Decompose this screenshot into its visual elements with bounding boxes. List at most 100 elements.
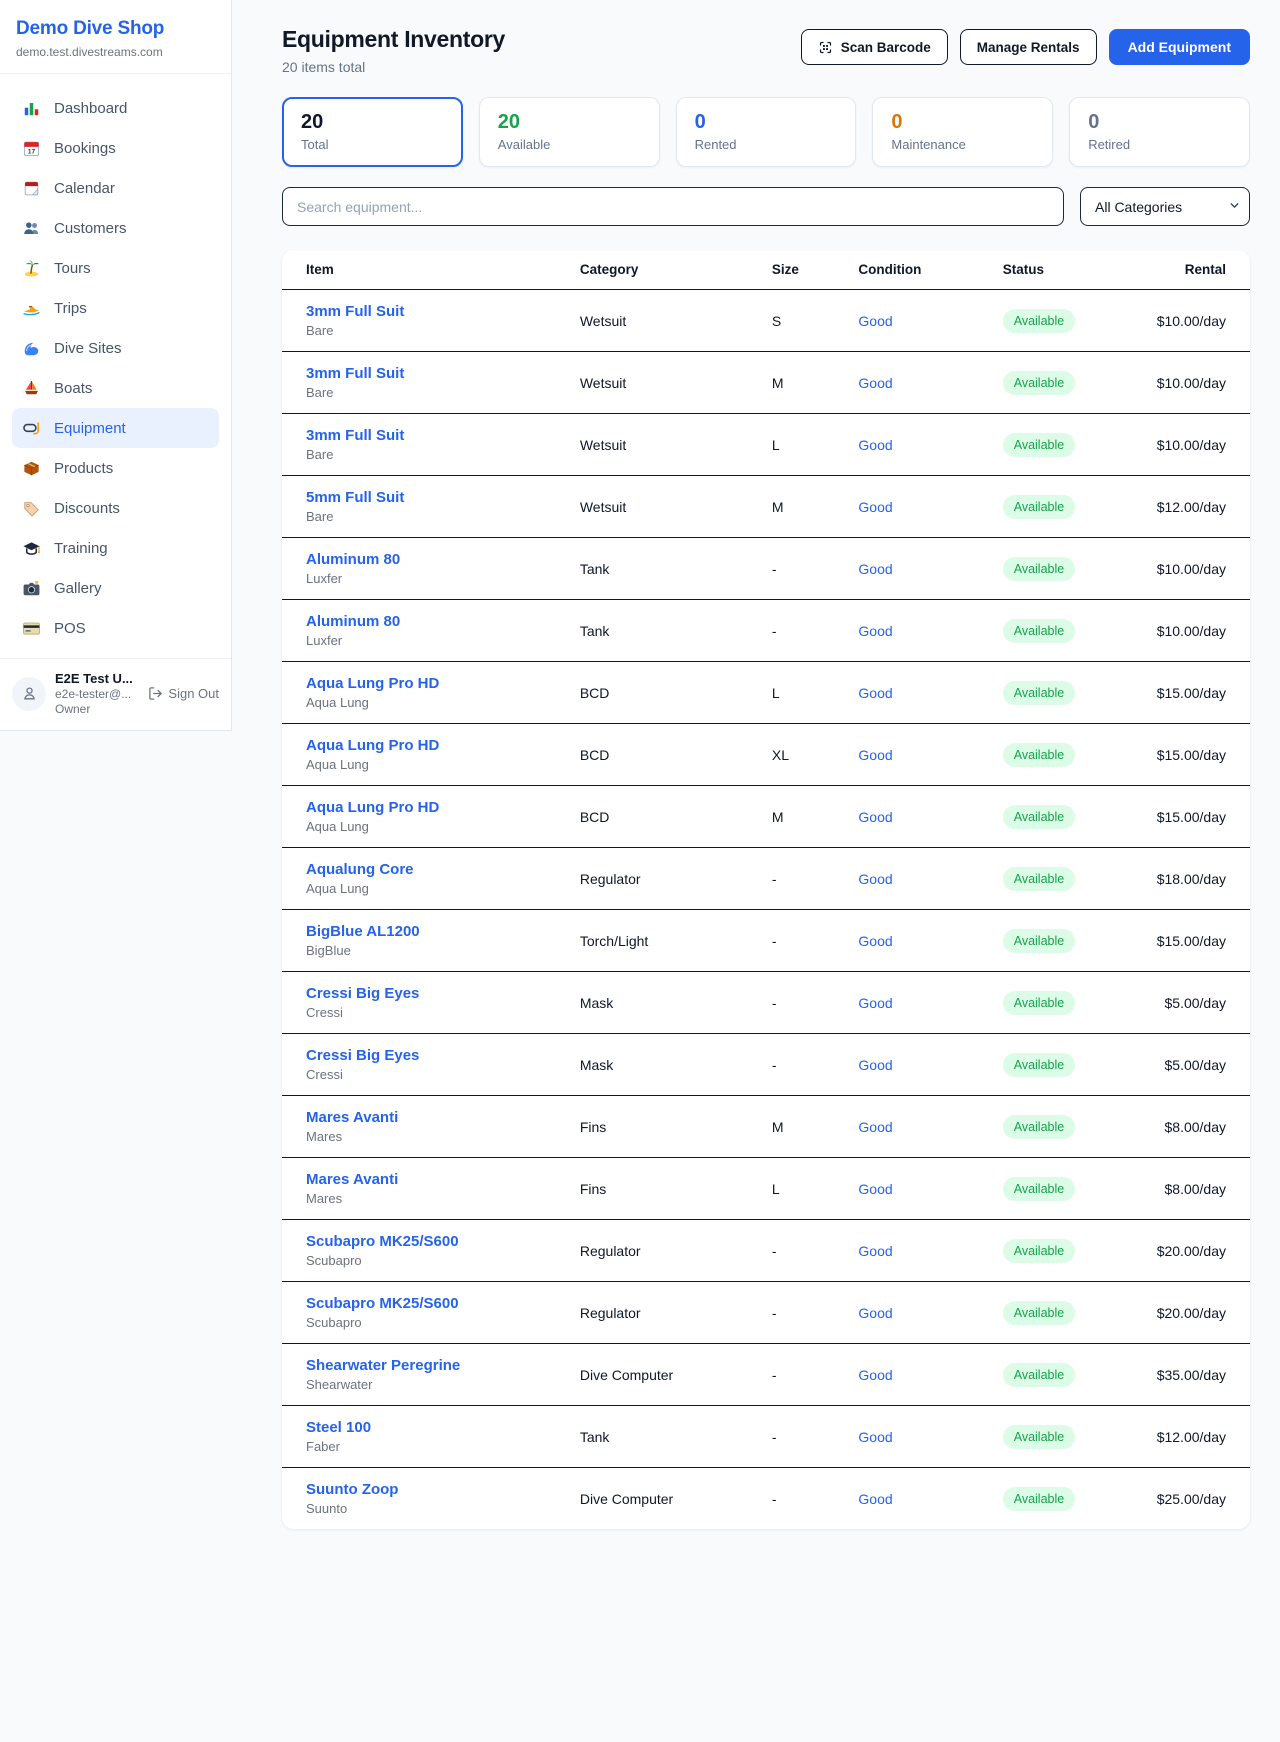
sidebar-item-products[interactable]: Products	[12, 448, 219, 488]
stat-label: Total	[301, 137, 444, 152]
item-name-link[interactable]: Scubapro MK25/S600	[306, 1233, 459, 1250]
item-condition-link[interactable]: Good	[858, 1243, 892, 1259]
scan-barcode-button[interactable]: Scan Barcode	[801, 29, 948, 65]
item-name-link[interactable]: Mares Avanti	[306, 1171, 398, 1188]
item-name-link[interactable]: Cressi Big Eyes	[306, 1047, 419, 1064]
brand-domain: demo.test.divestreams.com	[16, 45, 215, 59]
stat-card-retired[interactable]: 0 Retired	[1069, 97, 1250, 167]
item-category: Fins	[570, 1158, 762, 1220]
sidebar-item-label: Calendar	[54, 180, 115, 197]
item-condition-link[interactable]: Good	[858, 1429, 892, 1445]
item-brand: Cressi	[306, 1005, 560, 1020]
item-rental-price: $35.00/day	[1147, 1344, 1250, 1406]
sidebar-item-boats[interactable]: Boats	[12, 368, 219, 408]
item-name-link[interactable]: Cressi Big Eyes	[306, 985, 419, 1002]
item-category: Dive Computer	[570, 1468, 762, 1530]
item-condition-link[interactable]: Good	[858, 933, 892, 949]
category-select[interactable]: All Categories	[1080, 187, 1250, 226]
item-size: -	[762, 600, 849, 662]
item-condition-link[interactable]: Good	[858, 1119, 892, 1135]
item-name-link[interactable]: Aqua Lung Pro HD	[306, 737, 439, 754]
status-badge: Available	[1003, 929, 1076, 953]
item-brand: BigBlue	[306, 943, 560, 958]
item-condition-link[interactable]: Good	[858, 499, 892, 515]
item-name-link[interactable]: Aqua Lung Pro HD	[306, 675, 439, 692]
status-badge: Available	[1003, 743, 1076, 767]
item-name-link[interactable]: Suunto Zoop	[306, 1481, 398, 1498]
table-row: Mares Avanti Mares Fins M Good Available…	[282, 1096, 1250, 1158]
item-rental-price: $5.00/day	[1147, 972, 1250, 1034]
item-size: M	[762, 786, 849, 848]
item-name-link[interactable]: BigBlue AL1200	[306, 923, 420, 940]
item-name-link[interactable]: Scubapro MK25/S600	[306, 1295, 459, 1312]
sidebar-item-gallery[interactable]: Gallery	[12, 568, 219, 608]
table-row: Aluminum 80 Luxfer Tank - Good Available…	[282, 600, 1250, 662]
sidebar-item-customers[interactable]: Customers	[12, 208, 219, 248]
item-condition-link[interactable]: Good	[858, 1057, 892, 1073]
manage-rentals-button[interactable]: Manage Rentals	[960, 29, 1097, 65]
sidebar-item-calendar[interactable]: Calendar	[12, 168, 219, 208]
item-size: L	[762, 1158, 849, 1220]
sidebar-item-dashboard[interactable]: Dashboard	[12, 88, 219, 128]
sidebar-item-trips[interactable]: Trips	[12, 288, 219, 328]
item-condition-link[interactable]: Good	[858, 1367, 892, 1383]
item-name-link[interactable]: Steel 100	[306, 1419, 371, 1436]
item-brand: Luxfer	[306, 571, 560, 586]
item-name-link[interactable]: Mares Avanti	[306, 1109, 398, 1126]
stat-card-total[interactable]: 20 Total	[282, 97, 463, 167]
item-condition-link[interactable]: Good	[858, 871, 892, 887]
item-condition-link[interactable]: Good	[858, 995, 892, 1011]
item-condition-link[interactable]: Good	[858, 1305, 892, 1321]
sidebar-item-equipment[interactable]: Equipment	[12, 408, 219, 448]
item-condition-link[interactable]: Good	[858, 809, 892, 825]
item-condition-link[interactable]: Good	[858, 1181, 892, 1197]
item-condition-link[interactable]: Good	[858, 685, 892, 701]
item-name-link[interactable]: 3mm Full Suit	[306, 427, 404, 444]
stat-card-maintenance[interactable]: 0 Maintenance	[872, 97, 1053, 167]
item-rental-price: $10.00/day	[1147, 414, 1250, 476]
table-row: Cressi Big Eyes Cressi Mask - Good Avail…	[282, 1034, 1250, 1096]
item-name-link[interactable]: 5mm Full Suit	[306, 489, 404, 506]
sign-out-button[interactable]: Sign Out	[148, 686, 219, 701]
item-name-link[interactable]: Shearwater Peregrine	[306, 1357, 460, 1374]
table-row: 3mm Full Suit Bare Wetsuit S Good Availa…	[282, 290, 1250, 352]
item-condition-link[interactable]: Good	[858, 375, 892, 391]
add-equipment-button[interactable]: Add Equipment	[1109, 29, 1250, 65]
item-condition-link[interactable]: Good	[858, 747, 892, 763]
stat-card-available[interactable]: 20 Available	[479, 97, 660, 167]
item-name-link[interactable]: Aqua Lung Pro HD	[306, 799, 439, 816]
barcode-scan-icon	[818, 40, 833, 55]
item-name-link[interactable]: Aluminum 80	[306, 551, 400, 568]
sidebar-item-tours[interactable]: Tours	[12, 248, 219, 288]
col-header-status: Status	[993, 250, 1147, 290]
sidebar-item-label: Boats	[54, 380, 92, 397]
boats-icon	[22, 379, 41, 398]
item-size: -	[762, 1406, 849, 1468]
page: Demo Dive Shop demo.test.divestreams.com…	[0, 0, 1280, 1742]
item-name-link[interactable]: 3mm Full Suit	[306, 365, 404, 382]
sidebar-item-label: Customers	[54, 220, 127, 237]
sidebar-item-training[interactable]: Training	[12, 528, 219, 568]
item-rental-price: $10.00/day	[1147, 538, 1250, 600]
item-category: Tank	[570, 538, 762, 600]
equipment-icon	[22, 419, 41, 438]
search-input[interactable]	[282, 187, 1064, 226]
item-condition-link[interactable]: Good	[858, 313, 892, 329]
item-condition-link[interactable]: Good	[858, 437, 892, 453]
item-condition-link[interactable]: Good	[858, 561, 892, 577]
status-badge: Available	[1003, 1177, 1076, 1201]
customers-icon	[22, 219, 41, 238]
item-brand: Bare	[306, 323, 560, 338]
sidebar-item-bookings[interactable]: Bookings	[12, 128, 219, 168]
sidebar-item-discounts[interactable]: Discounts	[12, 488, 219, 528]
item-condition-link[interactable]: Good	[858, 623, 892, 639]
table-row: Aluminum 80 Luxfer Tank - Good Available…	[282, 538, 1250, 600]
item-name-link[interactable]: Aqualung Core	[306, 861, 414, 878]
item-condition-link[interactable]: Good	[858, 1491, 892, 1507]
sidebar-item-dive-sites[interactable]: Dive Sites	[12, 328, 219, 368]
sidebar-item-pos[interactable]: POS	[12, 608, 219, 648]
item-name-link[interactable]: Aluminum 80	[306, 613, 400, 630]
item-size: L	[762, 662, 849, 724]
stat-card-rented[interactable]: 0 Rented	[676, 97, 857, 167]
item-name-link[interactable]: 3mm Full Suit	[306, 303, 404, 320]
